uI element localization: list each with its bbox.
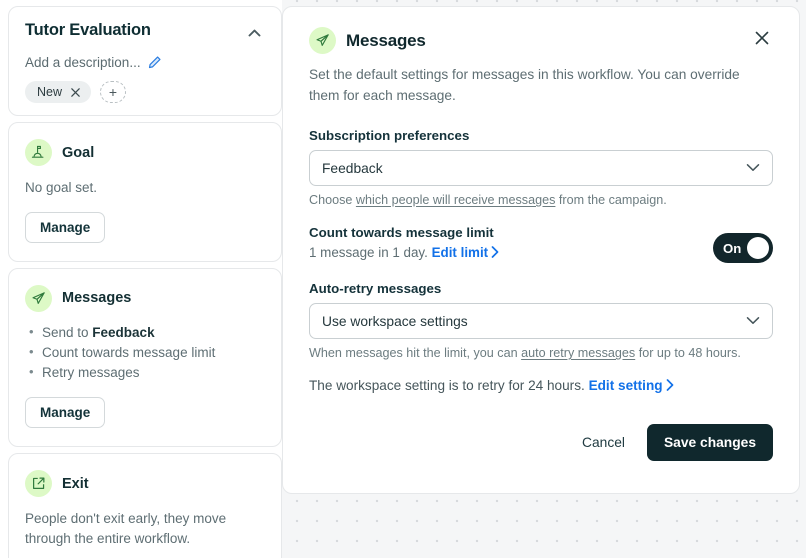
chevron-down-icon [746, 312, 760, 330]
edit-limit-label: Edit limit [431, 245, 489, 261]
tag-chip-new[interactable]: New [25, 81, 92, 103]
section-title: Exit [62, 475, 89, 492]
auto-retry-value: Use workspace settings [322, 313, 468, 329]
goal-icon [25, 139, 52, 166]
subscription-preferences-label: Subscription preferences [309, 128, 470, 144]
list-item: Send to Feedback [25, 322, 265, 343]
list-item: Retry messages [25, 362, 265, 383]
workspace-note-text: The workspace setting is to retry for 24… [309, 378, 585, 394]
auto-retry-label: Auto-retry messages [309, 281, 442, 297]
subscription-preferences-value: Feedback [322, 160, 383, 176]
auto-retry-hint: When messages hit the limit, you can aut… [309, 346, 773, 360]
add-tag-button[interactable]: + [100, 81, 127, 103]
external-link-icon [25, 470, 52, 498]
hint-prefix: Choose [309, 193, 356, 208]
workflow-header-card: Tutor Evaluation Add a description... Ne… [8, 6, 282, 116]
subscription-preferences-hint: Choose which people will receive message… [309, 193, 773, 207]
messages-settings-panel: Messages Set the default settings for me… [282, 6, 800, 494]
chevron-right-icon [491, 246, 499, 261]
auto-retry-select[interactable]: Use workspace settings [309, 303, 773, 340]
subscription-preferences-select[interactable]: Feedback [309, 150, 773, 187]
workflow-title: Tutor Evaluation [25, 21, 151, 39]
manage-goal-button[interactable]: Manage [25, 211, 106, 243]
list-item: Count towards message limit [25, 342, 265, 363]
auto-retry-field: Auto-retry messages Use workspace settin… [309, 281, 773, 360]
list-item-strong: Feedback [92, 324, 155, 340]
tag-label: New [37, 85, 63, 99]
message-limit-value: 1 message in 1 day. [309, 245, 428, 261]
section-title: Messages [62, 290, 132, 307]
subscription-hint-link[interactable]: which people will receive messages [356, 193, 556, 207]
chevron-down-icon [746, 159, 760, 177]
section-title: Goal [62, 144, 95, 161]
workflow-description-placeholder[interactable]: Add a description... [25, 55, 141, 70]
chevron-up-icon[interactable] [243, 22, 265, 44]
panel-title: Messages [346, 30, 426, 50]
message-limit-toggle[interactable]: On [713, 233, 773, 264]
section-body: People don't exit early, they move throu… [25, 511, 227, 546]
list-item-text: Send to [42, 324, 93, 340]
toggle-state-label: On [723, 240, 742, 256]
messages-summary-list: Send to Feedback Count towards message l… [25, 322, 265, 384]
workflow-sidebar: Tutor Evaluation Add a description... Ne… [0, 0, 282, 558]
toggle-knob [747, 237, 769, 260]
paper-plane-icon [309, 27, 336, 54]
hint-suffix: from the campaign. [555, 193, 667, 208]
hint-prefix: When messages hit the limit, you can [309, 346, 522, 361]
message-limit-label: Count towards message limit [309, 225, 494, 241]
cancel-button[interactable]: Cancel [572, 426, 635, 459]
section-card-messages: Messages Send to Feedback Count towards … [8, 267, 282, 448]
message-limit-field: Count towards message limit 1 message in… [309, 225, 773, 264]
edit-limit-link[interactable]: Edit limit [432, 245, 500, 260]
close-icon[interactable] [751, 27, 773, 49]
section-card-goal: Goal No goal set. Manage [8, 122, 282, 262]
auto-retry-hint-link[interactable]: auto retry messages [521, 346, 635, 360]
chevron-right-icon [666, 379, 674, 394]
manage-messages-button[interactable]: Manage [25, 397, 106, 429]
section-body: No goal set. [25, 180, 98, 195]
workflow-tags: New + [25, 81, 265, 103]
panel-actions: Cancel Save changes [309, 424, 773, 462]
hint-suffix: for up to 48 hours. [635, 346, 741, 361]
message-limit-subtext: 1 message in 1 day. Edit limit [309, 245, 499, 261]
subscription-preferences-field: Subscription preferences Feedback Choose… [309, 128, 773, 207]
pencil-icon[interactable] [147, 55, 162, 70]
save-changes-button[interactable]: Save changes [646, 424, 773, 462]
section-card-exit: Exit People don't exit early, they move … [8, 453, 282, 558]
panel-subtitle: Set the default settings for messages in… [309, 67, 740, 103]
close-icon[interactable] [70, 87, 81, 98]
edit-setting-label: Edit setting [588, 378, 663, 394]
edit-setting-link[interactable]: Edit setting [589, 378, 674, 393]
paper-plane-icon [25, 284, 52, 312]
workspace-setting-note: The workspace setting is to retry for 24… [309, 378, 773, 394]
